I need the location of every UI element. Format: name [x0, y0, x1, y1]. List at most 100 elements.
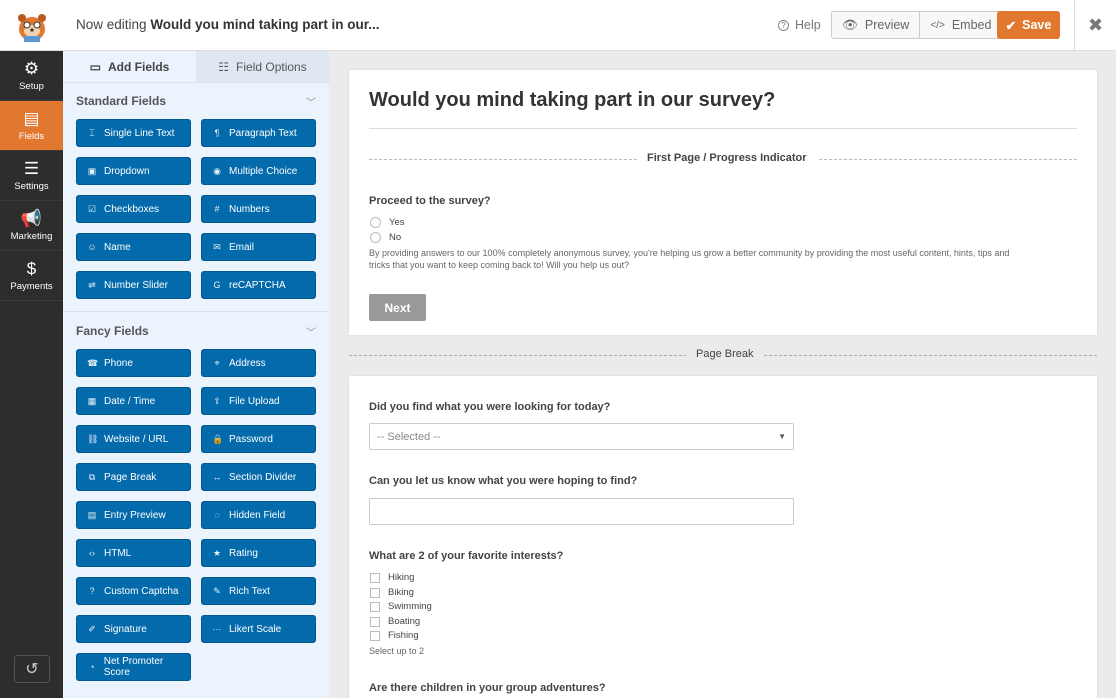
- nav-settings[interactable]: ☰ Settings: [0, 151, 63, 201]
- question-hoping[interactable]: Can you let us know what you were hoping…: [369, 475, 637, 487]
- description-line: tricks that you want to keep coming back…: [369, 259, 630, 270]
- fancy-fields-header[interactable]: Fancy Fields ﹀: [63, 313, 329, 349]
- checkbox-option[interactable]: Fishing: [370, 630, 419, 641]
- map-marker-icon: ⌖: [214, 357, 220, 368]
- field-button-label: Hidden Field: [229, 509, 286, 521]
- list-icon: ▭: [89, 59, 101, 74]
- checkbox-option[interactable]: Boating: [370, 616, 420, 627]
- checkbox[interactable]: [370, 572, 380, 583]
- field-button-numbers[interactable]: # Numbers: [201, 195, 316, 223]
- tab-add-fields[interactable]: ▭ Add Fields: [63, 51, 196, 82]
- radio-option-no[interactable]: No: [370, 232, 401, 243]
- field-button-address[interactable]: ⌖ Address: [201, 349, 316, 377]
- tab-label: Add Fields: [108, 59, 170, 74]
- field-button-rating[interactable]: ★ Rating: [201, 539, 316, 567]
- field-button-label: Section Divider: [229, 471, 297, 483]
- field-button-hidden-field[interactable]: ◌ Hidden Field: [201, 501, 316, 529]
- file-icon: ▤: [87, 509, 97, 520]
- field-button-page-break[interactable]: ⧉ Page Break: [76, 463, 191, 491]
- embed-button[interactable]: </> Embed: [919, 12, 1001, 38]
- slider-icon: ⇌: [88, 279, 96, 290]
- help-link[interactable]: ? Help: [778, 18, 821, 32]
- field-button-website-url[interactable]: ⛓ Website / URL: [76, 425, 191, 453]
- dollar-icon: $: [26, 258, 37, 278]
- check-icon: ✔: [1005, 18, 1017, 33]
- phone-icon: ☎: [87, 357, 99, 368]
- radio-button[interactable]: [370, 232, 381, 243]
- field-button-file-upload[interactable]: ⇪ File Upload: [201, 387, 316, 415]
- field-button-label: Likert Scale: [229, 623, 282, 635]
- nav-marketing[interactable]: 📢 Marketing: [0, 201, 63, 251]
- radio-option-yes[interactable]: Yes: [370, 217, 405, 228]
- option-label: Swimming: [388, 601, 432, 612]
- revisions-button[interactable]: ↺: [14, 655, 50, 683]
- chevron-down-icon: ﹀: [306, 327, 316, 339]
- checkbox[interactable]: [370, 616, 380, 627]
- nav-setup[interactable]: ⚙ Setup: [0, 51, 63, 101]
- field-button-entry-preview[interactable]: ▤ Entry Preview: [76, 501, 191, 529]
- wpforms-logo: [0, 0, 63, 51]
- sliders-icon: ☰: [23, 158, 40, 178]
- field-button-label: Numbers: [229, 203, 270, 215]
- found-select[interactable]: -- Selected -- ▼: [369, 423, 794, 450]
- radio-button[interactable]: [370, 217, 381, 228]
- field-button-likert-scale[interactable]: ⋯ Likert Scale: [201, 615, 316, 643]
- field-button-paragraph-text[interactable]: ¶ Paragraph Text: [201, 119, 316, 147]
- google-icon: G: [213, 280, 221, 290]
- hoping-text-input[interactable]: [369, 498, 794, 525]
- field-button-email[interactable]: ✉ Email: [201, 233, 316, 261]
- section-title: Standard Fields: [76, 94, 167, 108]
- nav-payments[interactable]: $ Payments: [0, 251, 63, 301]
- field-button-rich-text[interactable]: ✎ Rich Text: [201, 577, 316, 605]
- field-button-label: Paragraph Text: [229, 127, 297, 139]
- field-button-phone[interactable]: ☎ Phone: [76, 349, 191, 377]
- option-label: Yes: [389, 217, 405, 228]
- checkbox[interactable]: [370, 587, 380, 598]
- next-button[interactable]: Next: [369, 294, 426, 321]
- checkbox[interactable]: [370, 601, 380, 612]
- ellipsis-icon: ⋯: [212, 623, 222, 634]
- checkbox-option[interactable]: Hiking: [370, 572, 414, 583]
- standard-fields-header[interactable]: Standard Fields ﹀: [63, 83, 329, 119]
- question-proceed[interactable]: Proceed to the survey?: [369, 195, 491, 207]
- field-button-custom-captcha[interactable]: ? Custom Captcha: [76, 577, 191, 605]
- field-button-label: Single Line Text: [104, 127, 175, 139]
- page-break-label[interactable]: Page Break: [686, 348, 764, 360]
- checkbox[interactable]: [370, 630, 380, 641]
- field-button-html[interactable]: ‹› HTML: [76, 539, 191, 567]
- title-divider: [369, 128, 1077, 129]
- editing-prefix: Now editing: [76, 17, 147, 32]
- pencil-square-icon: ✎: [213, 585, 221, 596]
- tab-field-options[interactable]: ☷ Field Options: [196, 51, 329, 82]
- preview-button[interactable]: 👁 Preview: [832, 12, 919, 38]
- field-button-label: Password: [229, 433, 273, 445]
- link-icon: ⛓: [87, 433, 99, 444]
- field-button-net-promoter-score[interactable]: ◔ Net Promoter Score: [76, 653, 191, 681]
- field-button-section-divider[interactable]: ↔ Section Divider: [201, 463, 316, 491]
- preview-label: Preview: [864, 18, 910, 32]
- field-button-date-time[interactable]: ▦ Date / Time: [76, 387, 191, 415]
- close-button[interactable]: ✖: [1074, 0, 1116, 51]
- field-button-single-line-text[interactable]: ⌶ Single Line Text: [76, 119, 191, 147]
- question-found[interactable]: Did you find what you were looking for t…: [369, 401, 610, 413]
- save-button[interactable]: ✔ Save: [997, 11, 1060, 39]
- field-button-label: Date / Time: [104, 395, 156, 407]
- checkbox-option[interactable]: Biking: [370, 587, 414, 598]
- field-button-dropdown[interactable]: ▣ Dropdown: [76, 157, 191, 185]
- field-button-label: Dropdown: [104, 165, 150, 177]
- nav-fields[interactable]: ▤ Fields: [0, 101, 63, 151]
- gear-icon: ⚙: [23, 58, 40, 78]
- question-children[interactable]: Are there children in your group adventu…: [369, 682, 606, 694]
- question-interests[interactable]: What are 2 of your favorite interests?: [369, 550, 563, 562]
- field-button-recaptcha[interactable]: GreCAPTCHA: [201, 271, 316, 299]
- field-button-number-slider[interactable]: ⇌ Number Slider: [76, 271, 191, 299]
- hash-icon: #: [214, 204, 220, 214]
- field-button-checkboxes[interactable]: ☑ Checkboxes: [76, 195, 191, 223]
- checkbox-option[interactable]: Swimming: [370, 601, 432, 612]
- star-icon: ★: [212, 547, 222, 558]
- field-button-signature[interactable]: ✐ Signature: [76, 615, 191, 643]
- pencil-icon: ✐: [88, 623, 96, 634]
- field-button-password[interactable]: 🔒 Password: [201, 425, 316, 453]
- field-button-name[interactable]: ☺ Name: [76, 233, 191, 261]
- field-button-multiple-choice[interactable]: ◉ Multiple Choice: [201, 157, 316, 185]
